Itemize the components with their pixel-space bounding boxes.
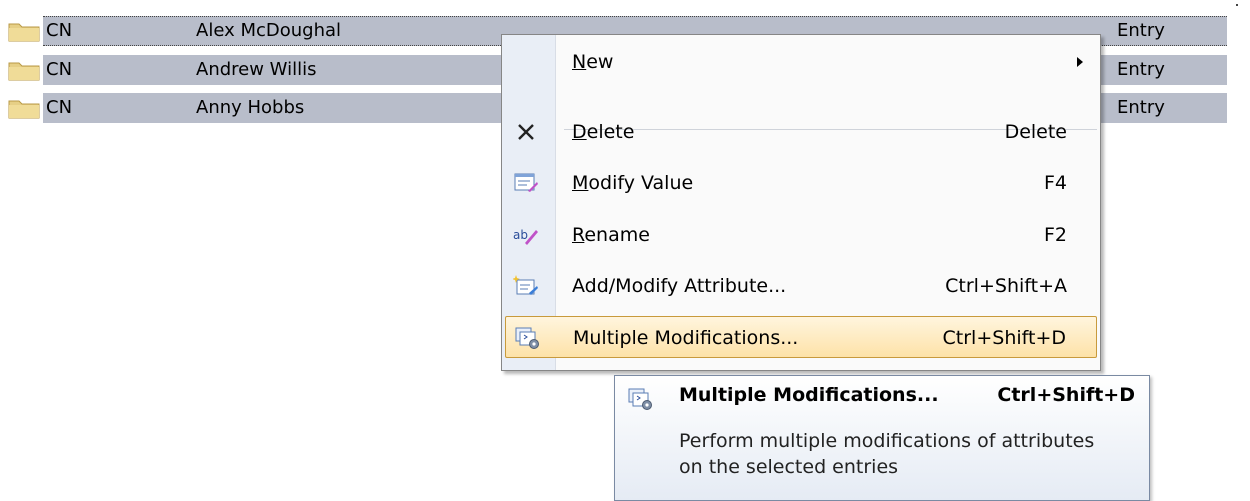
menu-item-new[interactable]: New	[505, 41, 1097, 83]
entry-type: CN	[46, 97, 73, 118]
entry-name: Alex McDoughal	[196, 20, 342, 41]
stray-dot	[1236, 4, 1238, 6]
menu-item-delete[interactable]: Delete Delete	[505, 111, 1097, 153]
menu-item-shortcut: Ctrl+Shift+D	[942, 327, 1066, 349]
entry-name: Anny Hobbs	[196, 97, 305, 118]
delete-x-icon	[518, 124, 534, 140]
entry-kind: Entry	[1117, 20, 1165, 41]
menu-item-shortcut: Delete	[1004, 121, 1067, 143]
modify-value-icon	[514, 173, 538, 192]
menu-item-modify-value[interactable]: Modify Value F4	[505, 162, 1097, 204]
menu-item-shortcut: F2	[1043, 224, 1067, 246]
menu-item-shortcut: F4	[1043, 172, 1067, 194]
context-menu: New Delete Delete Modify Value F4 ab Ren…	[501, 34, 1101, 371]
menu-item-multiple-modifications[interactable]: Multiple Modifications... Ctrl+Shift+D	[505, 316, 1097, 358]
menu-item-label: Multiple Modifications...	[573, 327, 799, 349]
folder-icon	[8, 100, 40, 119]
entry-kind: Entry	[1117, 97, 1165, 118]
menu-item-label: Add/Modify Attribute...	[572, 275, 787, 297]
submenu-arrow-icon	[1077, 57, 1083, 67]
rename-icon: ab	[513, 228, 538, 245]
menu-item-shortcut: Ctrl+Shift+A	[945, 275, 1067, 297]
entry-kind: Entry	[1117, 59, 1165, 80]
folder-icon	[8, 23, 40, 42]
tooltip-shortcut: Ctrl+Shift+D	[997, 384, 1135, 406]
menu-item-label: Rename	[572, 224, 650, 246]
tooltip-description: Perform multiple modifications of attrib…	[679, 430, 1095, 478]
menu-item-label: New	[572, 51, 614, 73]
menu-item-add-modify-attribute[interactable]: Add/Modify Attribute... Ctrl+Shift+A	[505, 265, 1097, 307]
folder-icon	[8, 62, 40, 81]
entry-type: CN	[46, 20, 73, 41]
tooltip-title: Multiple Modifications...	[679, 384, 939, 406]
add-attribute-icon	[513, 275, 538, 295]
entry-name: Andrew Willis	[196, 59, 317, 80]
menu-item-label: Delete	[572, 121, 635, 143]
multiple-modifications-icon	[628, 388, 652, 410]
multiple-modifications-icon	[515, 327, 539, 349]
menu-item-rename[interactable]: ab Rename F2	[505, 214, 1097, 256]
entry-type: CN	[46, 59, 73, 80]
svg-text:ab: ab	[513, 228, 528, 242]
tooltip: Multiple Modifications... Ctrl+Shift+D P…	[614, 375, 1150, 501]
menu-item-label: Modify Value	[572, 172, 694, 194]
